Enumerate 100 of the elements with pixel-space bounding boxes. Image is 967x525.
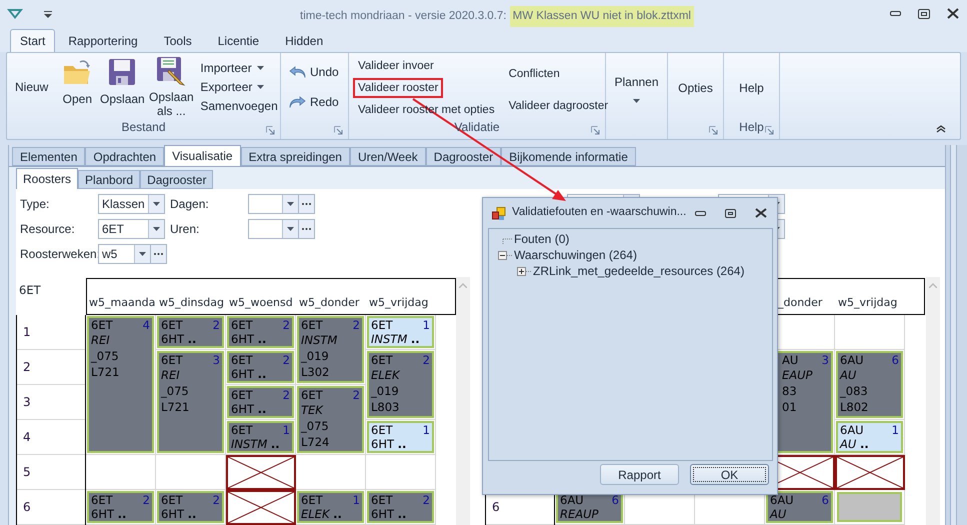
- dropdown-button[interactable]: [148, 220, 164, 238]
- class-label: AU: [782, 353, 798, 367]
- lesson-count: 6: [892, 353, 899, 367]
- lesson-detail: _019: [301, 348, 330, 364]
- class-label: 6ET: [371, 493, 393, 507]
- ribbon-button[interactable]: Nieuw: [11, 78, 52, 96]
- maximize-icon[interactable]: [918, 8, 930, 18]
- app-logo-icon: [6, 8, 24, 20]
- window-title: time-tech mondriaan - versie 2020.3.0.7:: [300, 9, 508, 24]
- tree-item[interactable]: ZRLink_met_gedeelde_resources (264): [533, 262, 744, 280]
- help-button[interactable]: Help: [724, 79, 779, 97]
- ribbon-tab[interactable]: Licentie: [204, 29, 272, 52]
- lesson-count: 6: [822, 493, 829, 507]
- dropdown-button[interactable]: [282, 195, 298, 213]
- group-label: Bestand: [121, 119, 166, 136]
- lesson-count: 1: [422, 423, 430, 437]
- launcher-icon[interactable]: [709, 126, 718, 135]
- tab[interactable]: Elementen: [12, 147, 86, 166]
- blocked-slot: [226, 455, 296, 490]
- collapse-icon[interactable]: [498, 250, 513, 260]
- minimize-icon[interactable]: [695, 210, 706, 216]
- validation-button[interactable]: Valideer rooster: [353, 78, 444, 98]
- validation-button[interactable]: Valideer invoer: [353, 56, 439, 76]
- lesson-detail: 01: [782, 399, 798, 415]
- class-label: 6AU: [840, 353, 864, 367]
- column-header: w5_vrijdag: [838, 296, 898, 308]
- tree-item[interactable]: Fouten (0): [514, 230, 570, 248]
- tab[interactable]: Extra spreidingen: [240, 147, 350, 166]
- tab[interactable]: Visualisatie: [164, 145, 241, 166]
- lesson-detail: 6HT ..: [161, 507, 198, 521]
- close-icon[interactable]: [947, 8, 959, 19]
- redo-button[interactable]: Redo: [289, 93, 339, 111]
- ribbon-button[interactable]: Open: [60, 53, 94, 121]
- lesson-detail: _075: [91, 348, 120, 364]
- blocked-slot: [835, 455, 905, 490]
- ribbon-tab[interactable]: Hidden: [272, 29, 336, 52]
- sub-tab[interactable]: Dagrooster: [140, 170, 214, 189]
- maximize-icon[interactable]: [725, 208, 736, 218]
- scrollbar[interactable]: [456, 277, 470, 525]
- timetable-title: 6ET: [19, 283, 41, 297]
- minimize-icon[interactable]: [890, 11, 901, 16]
- lesson-detail: REI: [91, 332, 111, 348]
- validation-button[interactable]: Conflicten: [504, 64, 565, 84]
- dialog-button[interactable]: Rapport: [600, 464, 679, 485]
- period-label: 6: [492, 500, 500, 514]
- dropdown-button[interactable]: [282, 220, 298, 238]
- browse-button[interactable]: [299, 194, 315, 214]
- browse-button[interactable]: [299, 219, 315, 239]
- lesson-detail: _019: [371, 383, 400, 399]
- ribbon-button[interactable]: Opslaan: [100, 53, 144, 121]
- undo-button[interactable]: Undo: [289, 63, 339, 81]
- sub-tab[interactable]: Planbord: [78, 170, 140, 189]
- tab[interactable]: Opdrachten: [85, 147, 164, 166]
- field-label: Uren:: [170, 221, 200, 238]
- launcher-icon[interactable]: [765, 126, 774, 135]
- lesson-detail: L721: [91, 364, 120, 380]
- lesson-detail: INSTM ..: [231, 437, 281, 451]
- sub-tab[interactable]: Roosters: [16, 168, 78, 189]
- lesson-count: 2: [142, 493, 150, 507]
- combo-box[interactable]: w5: [98, 244, 151, 264]
- close-icon[interactable]: [755, 208, 767, 218]
- expand-icon[interactable]: [517, 266, 532, 276]
- lesson-count: 1: [892, 423, 899, 437]
- ribbon-tab[interactable]: Tools: [150, 29, 205, 52]
- collapse-ribbon-icon[interactable]: [936, 125, 946, 133]
- field-label: Type:: [20, 196, 50, 213]
- browse-button[interactable]: [151, 244, 167, 264]
- options-button[interactable]: Opties: [668, 79, 723, 97]
- field-label: Resource:: [20, 221, 76, 238]
- lesson-count: 2: [352, 318, 360, 332]
- dialog-button[interactable]: OK: [690, 464, 769, 485]
- tree-item[interactable]: Waarschuwingen (264): [514, 246, 637, 264]
- lesson-detail: 6HT ..: [231, 402, 268, 416]
- scrollbar[interactable]: [926, 277, 940, 525]
- period-label: 2: [23, 360, 31, 374]
- lesson-detail: ELEK ..: [301, 507, 343, 521]
- ribbon-tab[interactable]: Rapportering: [55, 29, 151, 52]
- tab[interactable]: Uren/Week: [350, 147, 426, 166]
- field-label: Dagen:: [170, 196, 210, 213]
- menu-button[interactable]: Exporteer: [200, 78, 278, 96]
- customize-icon[interactable]: [44, 10, 52, 18]
- tab[interactable]: Dagrooster: [426, 147, 502, 166]
- combo-box[interactable]: 6ET: [98, 219, 165, 239]
- combo-box[interactable]: Klassen: [98, 194, 165, 214]
- menu-button[interactable]: Samenvoegen: [200, 97, 278, 115]
- period-label: 6: [23, 500, 31, 514]
- launcher-icon[interactable]: [266, 126, 275, 135]
- ribbon-button[interactable]: Opslaan als ...: [148, 53, 194, 121]
- dropdown-button[interactable]: [134, 245, 150, 263]
- launcher-icon[interactable]: [591, 126, 600, 135]
- tab[interactable]: Bijkomende informatie: [501, 147, 636, 166]
- period-label: 4: [23, 430, 31, 444]
- column-header: w5_vrijdag: [369, 296, 428, 308]
- lesson-detail: L803: [371, 399, 400, 415]
- dropdown-button[interactable]: [148, 195, 164, 213]
- launcher-icon[interactable]: [334, 126, 343, 135]
- lesson-detail: AU ..: [840, 437, 870, 451]
- menu-button[interactable]: Importeer: [200, 59, 278, 77]
- ribbon-tab[interactable]: Start: [10, 29, 56, 52]
- lesson-count: 1: [352, 493, 360, 507]
